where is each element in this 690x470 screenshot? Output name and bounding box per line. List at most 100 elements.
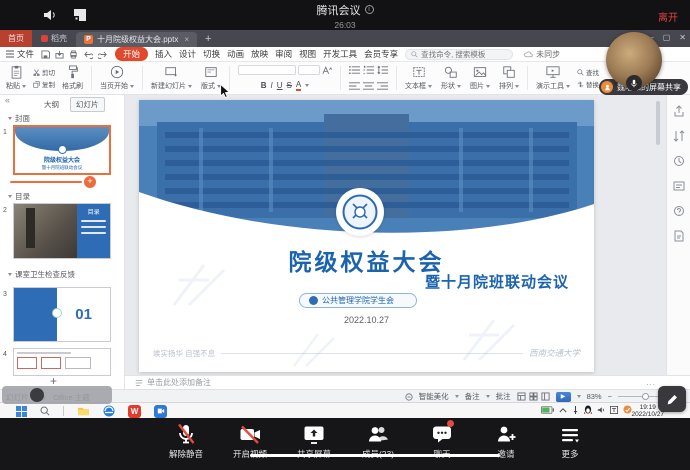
close-button[interactable]: ✕ <box>679 33 686 42</box>
ime-icon[interactable] <box>610 406 618 414</box>
align-left-icon[interactable] <box>349 81 360 91</box>
unmute-button[interactable]: 解除静音 <box>160 422 212 460</box>
numbered-list-icon[interactable] <box>363 65 374 75</box>
tab-document[interactable]: P 十月院级权益大会.pptx × <box>76 32 197 47</box>
font-color-button[interactable]: A <box>296 80 301 91</box>
normal-view-icon[interactable] <box>517 392 526 401</box>
file-menu[interactable]: 文件 <box>6 48 34 60</box>
status-notes-button[interactable]: 备注 <box>465 391 480 402</box>
browser-icon[interactable] <box>103 405 115 417</box>
font-size-select[interactable] <box>298 65 320 75</box>
menu-design[interactable]: 设计 <box>179 48 196 60</box>
line-spacing-icon[interactable] <box>377 65 388 75</box>
new-tab-button[interactable]: + <box>197 30 219 47</box>
menu-start[interactable]: 开始 <box>115 47 148 61</box>
meeting-app-icon[interactable] <box>154 405 167 418</box>
beautify-button[interactable]: 智能美化 <box>419 391 449 402</box>
slide-date[interactable]: 2022.10.27 <box>139 315 594 325</box>
cut-button[interactable]: 剪切 <box>33 67 55 77</box>
tab-slides[interactable]: 幻灯片 <box>70 97 105 112</box>
slide-canvas[interactable]: 院级权益大会 暨十月院班联动会议 公共管理学院学生会 2022.10.27 竢实… <box>125 95 666 375</box>
undo-icon[interactable] <box>83 50 93 59</box>
qq-icon[interactable] <box>584 405 592 414</box>
search-input[interactable] <box>421 50 507 59</box>
tab-outline[interactable]: 大纲 <box>44 99 59 110</box>
vertical-scrollbar[interactable] <box>656 101 660 145</box>
strikethrough-button[interactable]: S <box>287 81 292 90</box>
zoom-slider[interactable] <box>618 396 660 397</box>
more-button[interactable]: 更多 <box>544 422 596 460</box>
bold-button[interactable]: B <box>261 81 267 90</box>
insert-slide-button[interactable]: + <box>84 176 96 188</box>
panel-help-icon[interactable] <box>673 205 685 217</box>
pin-icon[interactable] <box>572 406 579 414</box>
menu-review[interactable]: 审阅 <box>275 48 292 60</box>
zoom-out-button[interactable]: − <box>608 392 612 401</box>
notes-more-button[interactable]: ... <box>646 378 656 387</box>
copy-button[interactable]: 复制 <box>33 79 55 89</box>
section-contents[interactable]: 目录 <box>8 191 30 202</box>
shape-button[interactable]: 形状 <box>439 64 463 92</box>
font-family-select[interactable] <box>238 65 296 75</box>
align-center-icon[interactable] <box>363 81 374 91</box>
menu-insert[interactable]: 插入 <box>155 48 172 60</box>
panel-sort-icon[interactable] <box>673 130 685 142</box>
sorter-view-icon[interactable] <box>529 392 538 401</box>
taskbar-search-icon[interactable] <box>40 406 50 416</box>
status-comments-button[interactable]: 批注 <box>496 391 511 402</box>
font-more-caret[interactable] <box>305 84 309 87</box>
org-badge[interactable]: 公共管理学院学生会 <box>299 293 417 308</box>
find-button[interactable]: 查找 <box>577 67 599 77</box>
play-from-current-button[interactable]: 当页开始 <box>98 64 136 92</box>
align-right-icon[interactable] <box>377 81 388 91</box>
zoom-slider-knob[interactable] <box>642 393 649 400</box>
present-tools-button[interactable]: 演示工具 <box>534 64 572 92</box>
webcam-preview[interactable] <box>606 32 662 88</box>
volume-icon[interactable] <box>597 406 605 414</box>
paste-button[interactable]: 粘贴 <box>4 64 28 92</box>
slide-thumbnail-4[interactable] <box>13 348 111 376</box>
meeting-float-bar[interactable] <box>2 386 112 404</box>
battery-icon[interactable] <box>541 406 554 414</box>
format-painter-button[interactable]: 格式刷 <box>60 64 85 92</box>
menu-transition[interactable]: 切换 <box>203 48 220 60</box>
menu-animation[interactable]: 动画 <box>227 48 244 60</box>
save-icon[interactable] <box>41 50 50 59</box>
panel-animation-icon[interactable] <box>673 155 685 167</box>
notes-bar[interactable]: 单击此处添加备注 ... <box>125 375 690 389</box>
bullet-list-icon[interactable] <box>349 65 360 75</box>
wps-app-icon[interactable]: W <box>128 405 141 418</box>
tab-close-icon[interactable]: × <box>184 35 189 44</box>
menu-member[interactable]: 会员专享 <box>364 48 398 60</box>
picture-button[interactable]: 图片 <box>468 64 492 92</box>
textbox-button[interactable]: 文本框 <box>403 64 434 92</box>
command-search[interactable] <box>405 49 513 60</box>
slide-thumbnail-2[interactable]: 目录 <box>13 203 111 259</box>
slideshow-play-button[interactable]: ▶ <box>556 392 571 402</box>
maximize-button[interactable]: ▢ <box>663 33 671 42</box>
slide-thumbnail-1[interactable]: 院级权益大会 暨十月院班联动会议 <box>13 125 111 175</box>
reading-view-icon[interactable] <box>541 392 550 401</box>
replace-button[interactable]: 替换 <box>577 79 599 89</box>
panel-properties-icon[interactable] <box>673 180 685 192</box>
underline-button[interactable]: U <box>277 81 283 90</box>
start-button[interactable] <box>16 406 27 417</box>
panel-share-icon[interactable] <box>673 105 685 117</box>
zoom-percent[interactable]: 83% <box>587 392 602 401</box>
print-icon[interactable] <box>69 50 78 59</box>
menu-view[interactable]: 视图 <box>299 48 316 60</box>
section-cover[interactable]: 封面 <box>8 113 30 124</box>
output-icon[interactable] <box>55 50 64 59</box>
tray-expand-icon[interactable] <box>559 407 567 413</box>
tab-home[interactable]: 首页 <box>0 30 32 47</box>
annotation-tool-button[interactable] <box>658 386 686 412</box>
grow-font-icon[interactable] <box>322 66 332 75</box>
slide-editor[interactable]: 院级权益大会 暨十月院班联动会议 公共管理学院学生会 2022.10.27 竢实… <box>139 100 594 372</box>
info-icon[interactable]: i <box>365 5 374 14</box>
file-explorer-icon[interactable] <box>77 406 90 417</box>
collapse-panel-button[interactable]: « <box>5 95 10 105</box>
new-slide-button[interactable]: 新建幻灯片 <box>149 64 194 92</box>
panel-export-icon[interactable] <box>673 230 685 242</box>
redo-icon[interactable] <box>98 50 108 59</box>
slide-thumbnail-3[interactable]: 01 <box>13 287 111 342</box>
